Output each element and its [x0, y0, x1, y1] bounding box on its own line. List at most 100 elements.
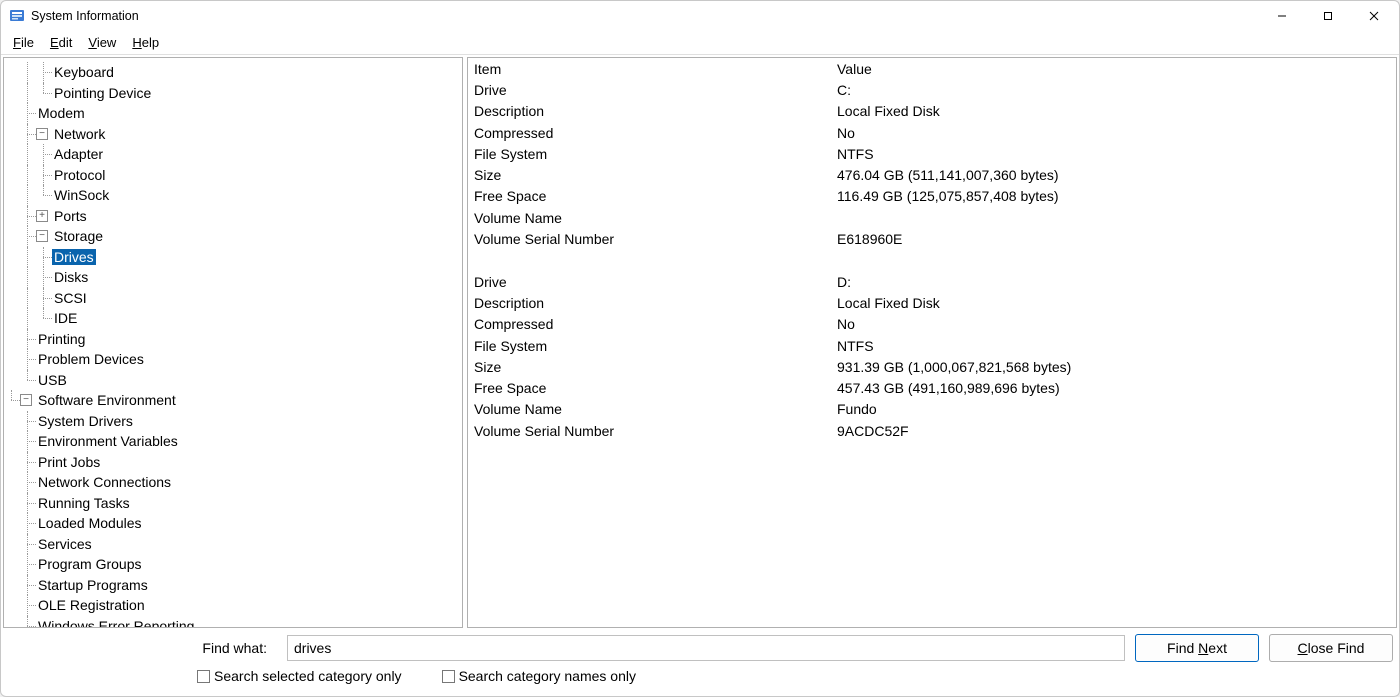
value-cell: 457.43 GB (491,160,989,696 bytes)	[833, 380, 1396, 396]
tree-item-problem-devices[interactable]: Problem Devices	[4, 349, 462, 370]
expand-icon[interactable]: +	[36, 210, 48, 222]
tree-item-usb[interactable]: USB	[4, 370, 462, 391]
value-cell: Fundo	[833, 401, 1396, 417]
tree-item-protocol[interactable]: Protocol	[4, 165, 462, 186]
header-item[interactable]: Item	[468, 61, 833, 77]
value-cell: 476.04 GB (511,141,007,360 bytes)	[833, 167, 1396, 183]
item-cell: Compressed	[468, 125, 833, 141]
tree-item-disks[interactable]: Disks	[4, 267, 462, 288]
menubar: File Edit View Help	[1, 31, 1399, 55]
table-row[interactable]: CompressedNo	[468, 122, 1396, 143]
tree-item-ole-registration[interactable]: OLE Registration	[4, 595, 462, 616]
collapse-icon[interactable]: −	[20, 394, 32, 406]
tree-scroll[interactable]: Keyboard Pointing Device Modem − Network …	[4, 58, 462, 627]
menu-edit[interactable]: Edit	[42, 33, 80, 52]
table-row[interactable]: Size931.39 GB (1,000,067,821,568 bytes)	[468, 356, 1396, 377]
item-cell: Free Space	[468, 380, 833, 396]
minimize-button[interactable]	[1259, 1, 1305, 31]
search-selected-only-checkbox[interactable]: Search selected category only	[197, 668, 402, 684]
details-scroll[interactable]: Item Value DriveC:DescriptionLocal Fixed…	[468, 58, 1396, 627]
table-row[interactable]: Size476.04 GB (511,141,007,360 bytes)	[468, 164, 1396, 185]
tree-item-system-drivers[interactable]: System Drivers	[4, 411, 462, 432]
find-next-button[interactable]: Find Next	[1135, 634, 1259, 662]
tree-item-print-jobs[interactable]: Print Jobs	[4, 452, 462, 473]
item-cell: Volume Name	[468, 401, 833, 417]
table-row[interactable]: Volume Serial NumberE618960E	[468, 228, 1396, 249]
tree-item-adapter[interactable]: Adapter	[4, 144, 462, 165]
tree-item-environment-variables[interactable]: Environment Variables	[4, 431, 462, 452]
table-row[interactable]: Volume NameFundo	[468, 399, 1396, 420]
value-cell: 931.39 GB (1,000,067,821,568 bytes)	[833, 359, 1396, 375]
search-names-only-checkbox[interactable]: Search category names only	[442, 668, 636, 684]
table-row[interactable]: File SystemNTFS	[468, 143, 1396, 164]
collapse-icon[interactable]: −	[36, 230, 48, 242]
close-find-button[interactable]: Close Find	[1269, 634, 1393, 662]
item-cell: Free Space	[468, 188, 833, 204]
tree-item-running-tasks[interactable]: Running Tasks	[4, 493, 462, 514]
item-cell: File System	[468, 338, 833, 354]
item-cell: Drive	[468, 82, 833, 98]
value-cell: NTFS	[833, 338, 1396, 354]
tree-item-startup-programs[interactable]: Startup Programs	[4, 575, 462, 596]
close-button[interactable]	[1351, 1, 1397, 31]
tree-item-storage[interactable]: −Storage	[4, 226, 462, 247]
table-row[interactable]: File SystemNTFS	[468, 335, 1396, 356]
table-row[interactable]: Free Space457.43 GB (491,160,989,696 byt…	[468, 377, 1396, 398]
value-cell: D:	[833, 274, 1396, 290]
tree-item-network[interactable]: −Network	[4, 124, 462, 145]
table-row[interactable]: Volume Name	[468, 207, 1396, 228]
checkbox-icon	[442, 670, 455, 683]
titlebar: System Information	[1, 1, 1399, 31]
system-information-window: System Information File Edit View Help K…	[0, 0, 1400, 697]
tree-item-software-environment[interactable]: −Software Environment	[4, 390, 462, 411]
maximize-button[interactable]	[1305, 1, 1351, 31]
tree-item-winsock[interactable]: WinSock	[4, 185, 462, 206]
menu-view[interactable]: View	[80, 33, 124, 52]
tree-item-ide[interactable]: IDE	[4, 308, 462, 329]
item-cell: Volume Serial Number	[468, 423, 833, 439]
menu-help[interactable]: Help	[124, 33, 167, 52]
table-row[interactable]: DriveC:	[468, 79, 1396, 100]
tree-item-services[interactable]: Services	[4, 534, 462, 555]
collapse-icon[interactable]: −	[36, 128, 48, 140]
item-cell: Compressed	[468, 316, 833, 332]
table-row[interactable]: DescriptionLocal Fixed Disk	[468, 101, 1396, 122]
tree-item-scsi[interactable]: SCSI	[4, 288, 462, 309]
find-bar: Find what: Find Next Close Find Search s…	[1, 630, 1399, 696]
tree-item-drives[interactable]: Drives	[4, 247, 462, 268]
table-row[interactable]: Volume Serial Number9ACDC52F	[468, 420, 1396, 441]
table-row[interactable]: DriveD:	[468, 271, 1396, 292]
find-input[interactable]	[287, 635, 1125, 661]
category-tree-pane: Keyboard Pointing Device Modem − Network …	[3, 57, 463, 628]
value-cell: No	[833, 125, 1396, 141]
find-what-label: Find what:	[7, 640, 277, 656]
item-cell: Drive	[468, 274, 833, 290]
tree-item-printing[interactable]: Printing	[4, 329, 462, 350]
details-table: Item Value DriveC:DescriptionLocal Fixed…	[468, 58, 1396, 441]
tree-item-network-connections[interactable]: Network Connections	[4, 472, 462, 493]
item-cell: Size	[468, 359, 833, 375]
category-tree: Keyboard Pointing Device Modem − Network …	[4, 58, 462, 627]
tree-item-pointing-device[interactable]: Pointing Device	[4, 83, 462, 104]
table-row[interactable]: CompressedNo	[468, 314, 1396, 335]
item-cell: Description	[468, 103, 833, 119]
tree-item-program-groups[interactable]: Program Groups	[4, 554, 462, 575]
value-cell: C:	[833, 82, 1396, 98]
item-cell: Size	[468, 167, 833, 183]
details-pane: Item Value DriveC:DescriptionLocal Fixed…	[467, 57, 1397, 628]
value-cell: Local Fixed Disk	[833, 295, 1396, 311]
table-row[interactable]: DescriptionLocal Fixed Disk	[468, 292, 1396, 313]
tree-item-windows-error-reporting[interactable]: Windows Error Reporting	[4, 616, 462, 628]
table-row[interactable]	[468, 250, 1396, 271]
checkbox-icon	[197, 670, 210, 683]
item-cell: Description	[468, 295, 833, 311]
tree-item-modem[interactable]: Modem	[4, 103, 462, 124]
header-value[interactable]: Value	[833, 61, 1396, 77]
tree-item-keyboard[interactable]: Keyboard	[4, 62, 462, 83]
tree-item-ports[interactable]: +Ports	[4, 206, 462, 227]
table-header[interactable]: Item Value	[468, 58, 1396, 79]
menu-file[interactable]: File	[5, 33, 42, 52]
tree-item-loaded-modules[interactable]: Loaded Modules	[4, 513, 462, 534]
table-row[interactable]: Free Space116.49 GB (125,075,857,408 byt…	[468, 186, 1396, 207]
value-cell: NTFS	[833, 146, 1396, 162]
